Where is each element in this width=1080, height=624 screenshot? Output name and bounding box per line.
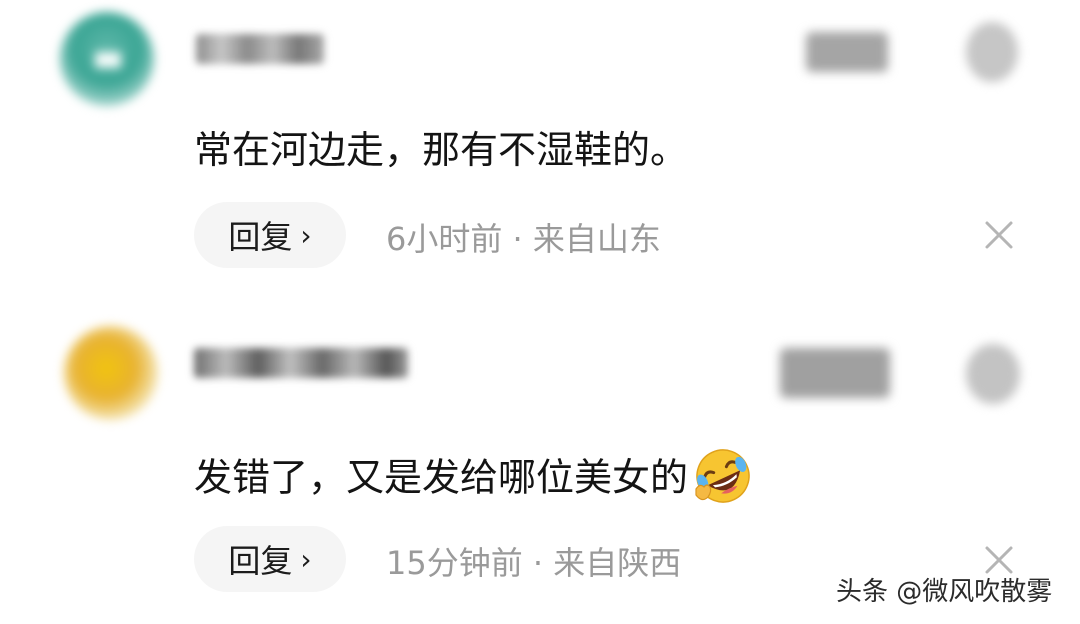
comment-meta: 6小时前 · 来自山东 <box>386 214 661 260</box>
watermark: 头条 @微风吹散雾 <box>836 577 1053 607</box>
comment-time: 15分钟前 <box>386 544 523 582</box>
comment-text-line: 发错了，又是发给哪位美女的 <box>194 449 754 511</box>
rolling-on-floor-laughing-emoji-icon <box>695 449 750 503</box>
comment-location: 来自陕西 <box>553 544 682 582</box>
comment-location: 来自山东 <box>532 220 661 258</box>
username-blurred[interactable] <box>194 348 408 378</box>
meta-separator: · <box>532 544 544 582</box>
comment-time: 6小时前 <box>386 220 503 258</box>
comment-meta: 15分钟前 · 来自陕西 <box>386 538 681 584</box>
like-button-blurred[interactable] <box>806 32 888 72</box>
reply-button[interactable]: 回复 › <box>194 202 346 268</box>
meta-separator: · <box>512 220 523 258</box>
avatar[interactable] <box>64 326 158 420</box>
avatar[interactable] <box>60 12 154 106</box>
chevron-right-icon: › <box>300 218 312 252</box>
comment-text: 常在河边走，那有不湿鞋的。 <box>194 128 689 172</box>
like-button-blurred[interactable] <box>780 348 890 398</box>
close-icon[interactable] <box>982 218 1016 252</box>
username-blurred[interactable] <box>196 34 324 64</box>
comment-text: 发错了，又是发给哪位美女的 <box>194 455 689 500</box>
reply-button[interactable]: 回复 › <box>194 526 346 592</box>
reply-label: 回复 <box>228 218 293 256</box>
chevron-right-icon: › <box>300 542 312 576</box>
reply-label: 回复 <box>228 542 293 580</box>
dislike-button-blurred[interactable] <box>966 344 1020 404</box>
dislike-button-blurred[interactable] <box>966 22 1018 82</box>
